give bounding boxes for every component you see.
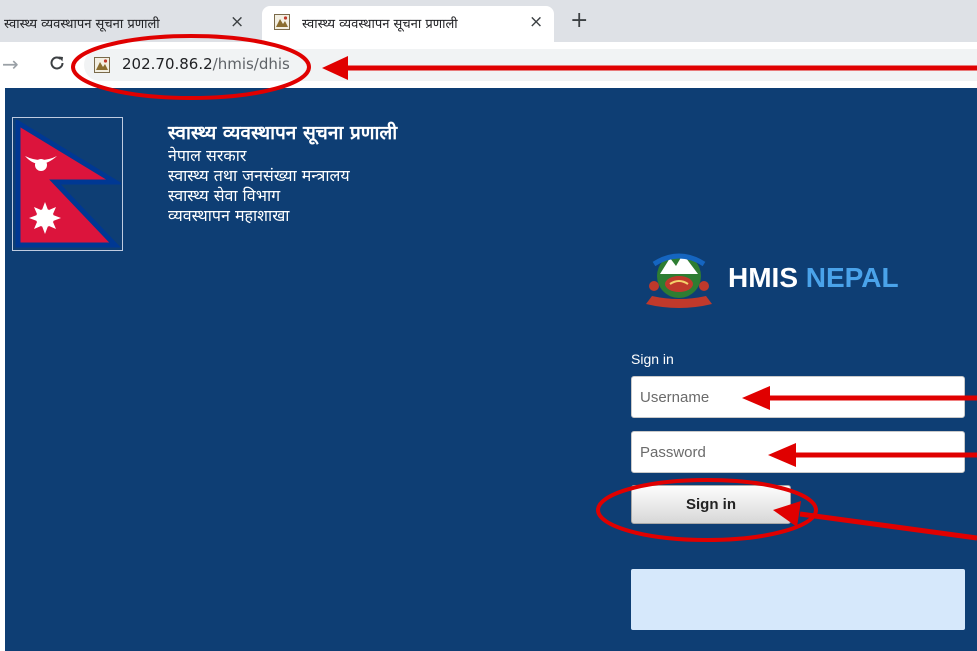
reload-icon[interactable] <box>48 54 66 72</box>
arrow-right-icon[interactable]: → <box>2 52 19 76</box>
browser-toolbar: → 202.70.86.2/hmis/dhis <box>0 42 977 88</box>
nepal-emblem-icon <box>646 253 712 308</box>
header-line-division: व्यवस्थापन महाशाखा <box>168 206 290 225</box>
system-title: स्वास्थ्य व्यवस्थापन सूचना प्रणाली <box>168 122 398 144</box>
address-bar[interactable]: 202.70.86.2/hmis/dhis <box>84 49 977 81</box>
url-text: 202.70.86.2/hmis/dhis <box>122 55 290 73</box>
url-path: /hmis/dhis <box>212 55 290 73</box>
new-tab-button[interactable]: + <box>570 10 588 32</box>
ministry-header: स्वास्थ्य व्यवस्थापन सूचना प्रणाली नेपाल… <box>168 120 397 226</box>
sign-in-heading: Sign in <box>631 351 674 367</box>
hmis-favicon-icon <box>94 57 110 73</box>
brand-hmis: HMIS <box>728 262 798 293</box>
header-line-government: नेपाल सरकार <box>168 146 247 165</box>
login-page-background <box>5 88 977 651</box>
sign-in-button[interactable]: Sign in <box>631 485 791 524</box>
web-page: स्वास्थ्य व्यवस्थापन सूचना प्रणाली नेपाल… <box>0 88 977 651</box>
tab-title: स्वास्थ्य व्यवस्थापन सूचना प्रणाली <box>302 17 458 32</box>
tab-close-icon[interactable]: × <box>230 12 244 32</box>
nepal-flag-frame <box>12 117 123 251</box>
tab-close-icon[interactable]: × <box>529 12 543 32</box>
header-line-department: स्वास्थ्य सेवा विभाग <box>168 186 281 205</box>
url-host: 202.70.86.2 <box>122 55 213 73</box>
password-input[interactable] <box>631 431 965 473</box>
nepal-flag-icon <box>15 120 121 248</box>
brand-nepal: NEPAL <box>805 262 899 293</box>
browser-tab-active[interactable]: स्वास्थ्य व्यवस्थापन सूचना प्रणाली × <box>262 6 554 42</box>
hmis-favicon-icon <box>274 14 290 30</box>
header-line-ministry: स्वास्थ्य तथा जनसंख्या मन्त्रालय <box>168 166 350 185</box>
brand-wordmark: HMIS NEPAL <box>728 262 899 294</box>
browser-tab-strip: स्वास्थ्य व्यवस्थापन सूचना प्रणाली × स्व… <box>0 0 977 42</box>
login-info-box <box>631 569 965 630</box>
browser-tab-inactive[interactable]: स्वास्थ्य व्यवस्थापन सूचना प्रणाली × <box>0 6 258 42</box>
username-input[interactable] <box>631 376 965 418</box>
tab-title: स्वास्थ्य व्यवस्थापन सूचना प्रणाली <box>4 17 160 32</box>
